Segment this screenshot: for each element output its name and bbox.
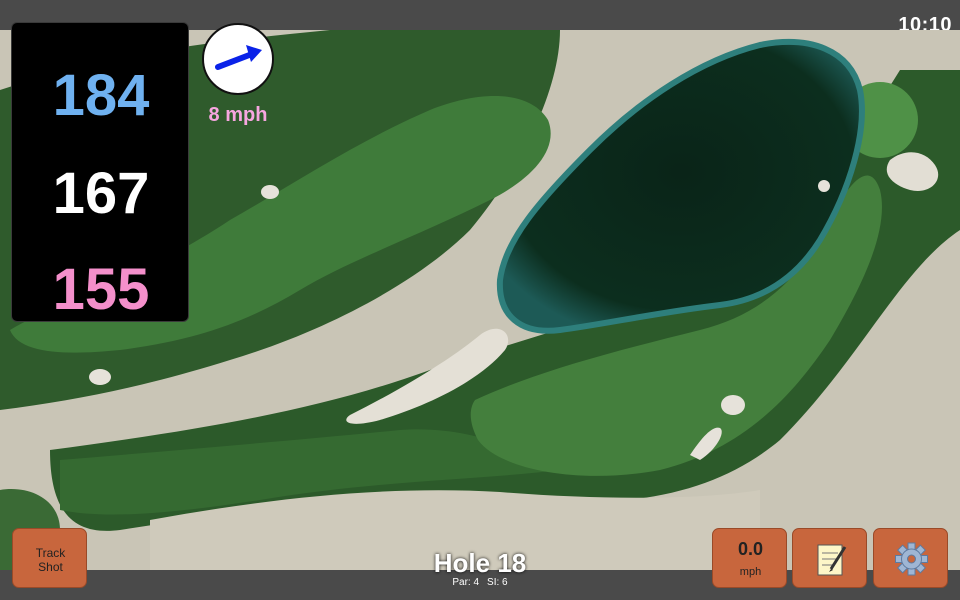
wind-speed-label: 8 mph: [208, 104, 268, 126]
hole-title: Hole 18: [433, 548, 527, 578]
wind-indicator: [202, 23, 274, 95]
distance-panel: 184 167 155: [11, 22, 189, 322]
wind-direction-arrow-icon: [215, 45, 262, 70]
track-shot-label: Track Shot: [13, 546, 88, 574]
hole-stroke-index: SI: 6: [487, 577, 508, 588]
speed-value: 0.0: [737, 539, 764, 559]
notepad-icon: [817, 544, 847, 576]
settings-button[interactable]: [873, 528, 948, 588]
speed-button[interactable]: 0.0 mph: [712, 528, 787, 588]
distance-front: 155: [52, 257, 150, 322]
distance-middle: 167: [52, 161, 150, 226]
gear-icon: [895, 542, 928, 576]
distance-back: 184: [52, 63, 150, 128]
track-shot-label-text: Track Shot: [35, 546, 66, 574]
scorecard-notes-button[interactable]: [792, 528, 867, 588]
hole-par: Par: 4: [452, 577, 480, 588]
speed-unit: mph: [739, 566, 762, 578]
hole-info: Par: 4 SI: 6: [380, 577, 580, 588]
track-shot-button[interactable]: Track Shot: [12, 528, 87, 588]
